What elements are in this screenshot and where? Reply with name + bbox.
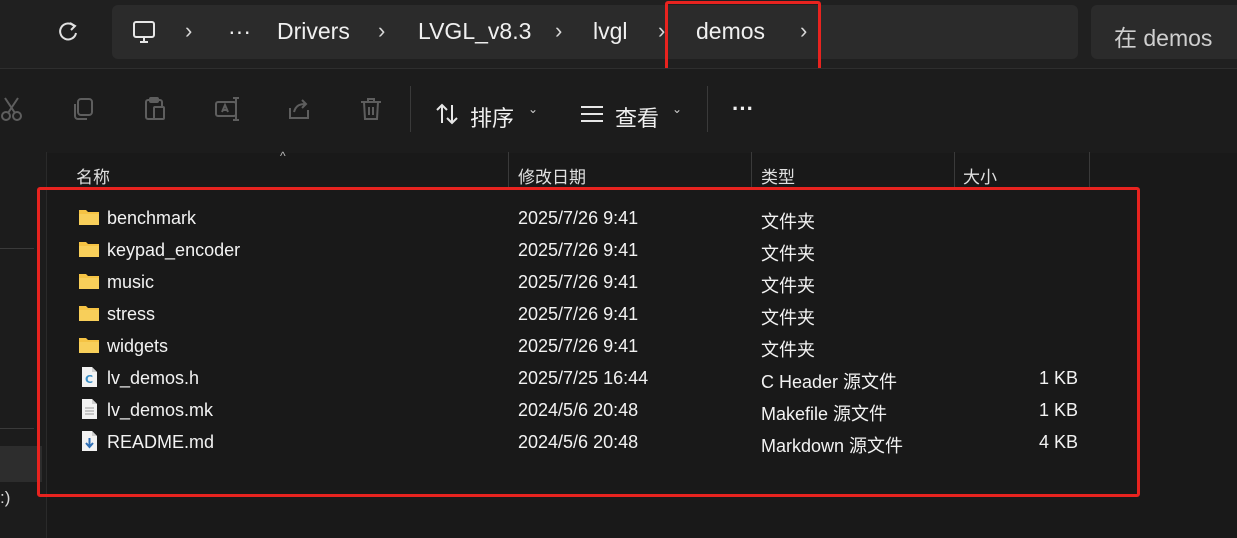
view-button[interactable]: 查看	[615, 101, 659, 133]
share-icon[interactable]	[286, 96, 312, 122]
chevron-right-icon[interactable]: ›	[378, 18, 385, 44]
column-header-type[interactable]: 类型	[761, 163, 795, 188]
column-divider[interactable]	[954, 152, 955, 190]
column-header-modified[interactable]: 修改日期	[518, 163, 586, 188]
nav-item-drive-label[interactable]: :)	[0, 488, 10, 508]
chevron-right-icon[interactable]: ›	[555, 18, 562, 44]
refresh-icon[interactable]	[57, 20, 79, 44]
view-icon[interactable]	[579, 104, 605, 124]
nav-divider	[0, 428, 34, 429]
nav-item-selected[interactable]	[0, 446, 42, 482]
toolbar-separator	[410, 86, 411, 132]
breadcrumb-overflow[interactable]: ···	[228, 18, 251, 45]
breadcrumb-item-lvgl[interactable]: lvgl	[593, 18, 628, 45]
breadcrumb-item-drivers[interactable]: Drivers	[277, 18, 350, 45]
chevron-down-icon[interactable]: ⌄	[528, 102, 538, 116]
paste-icon[interactable]	[142, 96, 168, 122]
column-divider[interactable]	[508, 152, 509, 190]
column-header-name[interactable]: 名称	[76, 163, 110, 188]
delete-icon[interactable]	[358, 96, 384, 122]
sort-up-icon: ^	[280, 149, 286, 163]
nav-divider	[0, 248, 34, 249]
chevron-right-icon[interactable]: ›	[185, 18, 192, 44]
search-placeholder: 在 demos	[1114, 25, 1213, 51]
cut-icon[interactable]	[0, 96, 24, 122]
column-divider[interactable]	[1089, 152, 1090, 190]
column-header-size[interactable]: 大小	[963, 163, 997, 188]
sort-button[interactable]: 排序	[470, 101, 514, 133]
copy-icon[interactable]	[70, 96, 96, 122]
column-divider[interactable]	[751, 152, 752, 190]
highlight-box-file-list	[37, 187, 1140, 497]
breadcrumb-item-lvgl-v83[interactable]: LVGL_v8.3	[418, 18, 531, 45]
chevron-down-icon[interactable]: ⌄	[672, 102, 682, 116]
highlight-box-breadcrumb	[665, 1, 821, 71]
this-pc-icon[interactable]	[132, 20, 158, 44]
sort-icon[interactable]	[434, 102, 460, 126]
toolbar-separator	[707, 86, 708, 132]
more-options-button[interactable]: ···	[732, 96, 754, 122]
rename-icon[interactable]	[214, 96, 242, 122]
